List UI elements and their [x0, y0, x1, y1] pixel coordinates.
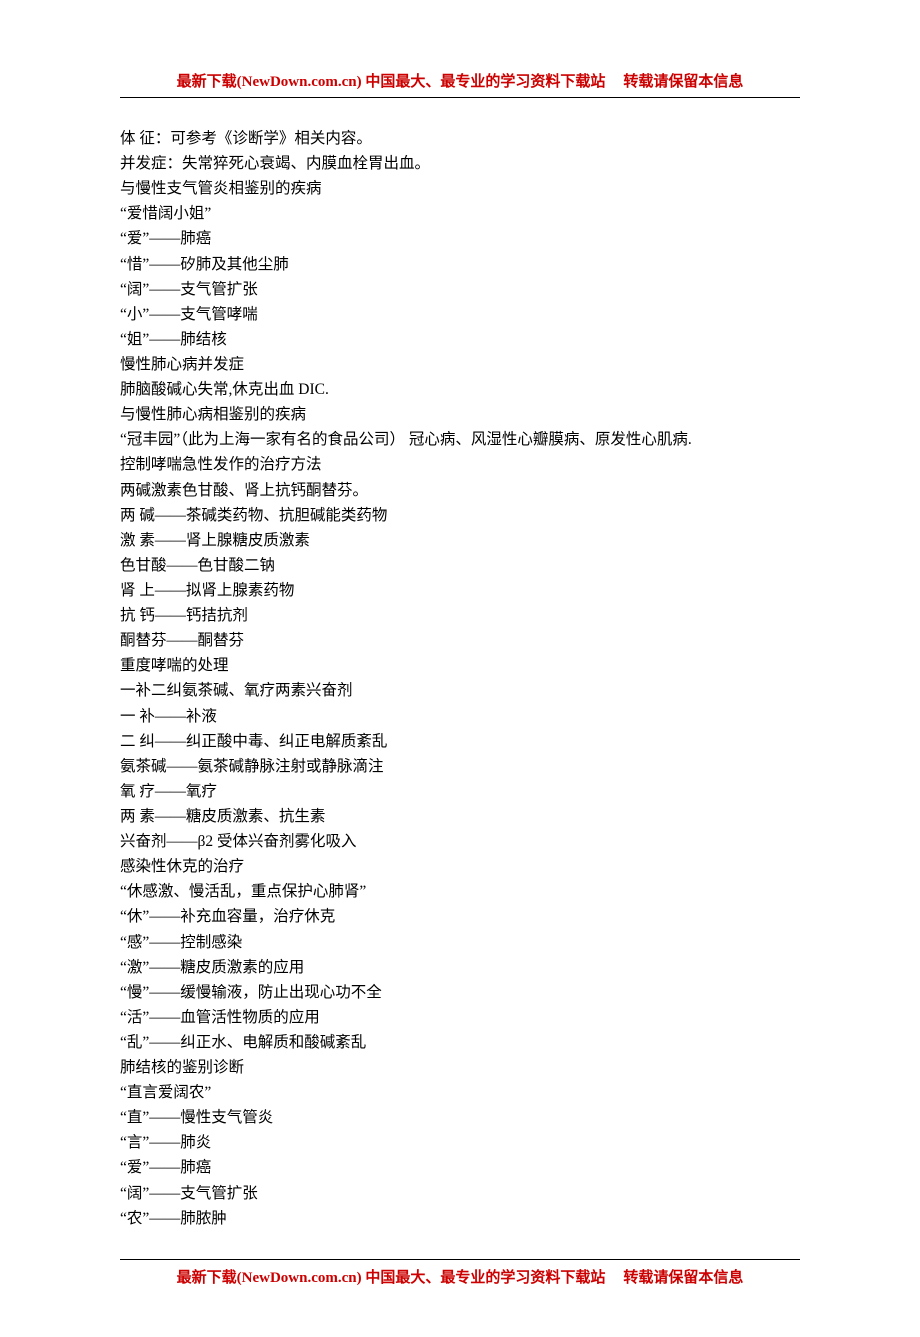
- body-line: 二 纠——纠正酸中毒、纠正电解质紊乱: [120, 729, 800, 754]
- body-line: “爱”——肺癌: [120, 1155, 800, 1180]
- body-line: “阔”——支气管扩张: [120, 277, 800, 302]
- body-line: 肺脑酸碱心失常,休克出血 DIC.: [120, 377, 800, 402]
- body-line: 两 素——糖皮质激素、抗生素: [120, 804, 800, 829]
- body-line: “直”——慢性支气管炎: [120, 1105, 800, 1130]
- body-line: 与慢性支气管炎相鉴别的疾病: [120, 176, 800, 201]
- body-line: 色甘酸——色甘酸二钠: [120, 553, 800, 578]
- body-line: 与慢性肺心病相鉴别的疾病: [120, 402, 800, 427]
- body-line: “慢”——缓慢输液，防止出现心功不全: [120, 980, 800, 1005]
- header-right: 转载请保留本信息: [623, 74, 743, 90]
- body-line: “爱”——肺癌: [120, 226, 800, 251]
- body-line: “活”——血管活性物质的应用: [120, 1005, 800, 1030]
- body-line: 并发症：失常猝死心衰竭、内膜血栓胃出血。: [120, 151, 800, 176]
- body-line: 激 素——肾上腺糖皮质激素: [120, 528, 800, 553]
- body-line: “激”——糖皮质激素的应用: [120, 955, 800, 980]
- footer-right: 转载请保留本信息: [623, 1270, 743, 1286]
- header-left: 最新下载(NewDown.com.cn) 中国最大、最专业的学习资料下载站: [177, 74, 606, 90]
- body-line: 重度哮喘的处理: [120, 653, 800, 678]
- body-line: 氨茶碱——氨茶碱静脉注射或静脉滴注: [120, 754, 800, 779]
- body-line: 一补二纠氨茶碱、氧疗两素兴奋剂: [120, 678, 800, 703]
- footer-left: 最新下载(NewDown.com.cn) 中国最大、最专业的学习资料下载站: [177, 1270, 606, 1286]
- body-line: “爱惜阔小姐”: [120, 201, 800, 226]
- body-line: 氧 疗——氧疗: [120, 779, 800, 804]
- document-body: 体 征：可参考《诊断学》相关内容。 并发症：失常猝死心衰竭、内膜血栓胃出血。 与…: [120, 126, 800, 1231]
- body-line: 兴奋剂——β2 受体兴奋剂雾化吸入: [120, 829, 800, 854]
- body-line: “直言爱阔农”: [120, 1080, 800, 1105]
- page-header: 最新下载(NewDown.com.cn) 中国最大、最专业的学习资料下载站 转载请…: [120, 70, 800, 98]
- body-line: 酮替芬——酮替芬: [120, 628, 800, 653]
- body-line: 体 征：可参考《诊断学》相关内容。: [120, 126, 800, 151]
- body-line: “惜”——矽肺及其他尘肺: [120, 252, 800, 277]
- body-line: “休”——补充血容量，治疗休克: [120, 904, 800, 929]
- body-line: 慢性肺心病并发症: [120, 352, 800, 377]
- body-line: “姐”——肺结核: [120, 327, 800, 352]
- body-line: “冠丰园”（此为上海一家有名的食品公司） 冠心病、风湿性心瓣膜病、原发性心肌病.: [120, 427, 800, 452]
- body-line: “农”——肺脓肿: [120, 1206, 800, 1231]
- body-line: “感”——控制感染: [120, 930, 800, 955]
- body-line: 抗 钙——钙拮抗剂: [120, 603, 800, 628]
- page-footer: 最新下载(NewDown.com.cn) 中国最大、最专业的学习资料下载站 转载请…: [120, 1259, 800, 1287]
- body-line: “休感激、慢活乱，重点保护心肺肾”: [120, 879, 800, 904]
- body-line: 一 补——补液: [120, 704, 800, 729]
- body-line: 肺结核的鉴别诊断: [120, 1055, 800, 1080]
- body-line: “小”——支气管哮喘: [120, 302, 800, 327]
- body-line: 感染性休克的治疗: [120, 854, 800, 879]
- body-line: “阔”——支气管扩张: [120, 1181, 800, 1206]
- body-line: 控制哮喘急性发作的治疗方法: [120, 452, 800, 477]
- body-line: “乱”——纠正水、电解质和酸碱紊乱: [120, 1030, 800, 1055]
- body-line: 肾 上——拟肾上腺素药物: [120, 578, 800, 603]
- body-line: “言”——肺炎: [120, 1130, 800, 1155]
- document-page: 最新下载(NewDown.com.cn) 中国最大、最专业的学习资料下载站转载请…: [0, 0, 920, 1337]
- body-line: 两 碱——茶碱类药物、抗胆碱能类药物: [120, 503, 800, 528]
- body-line: 两碱激素色甘酸、肾上抗钙酮替芬。: [120, 478, 800, 503]
